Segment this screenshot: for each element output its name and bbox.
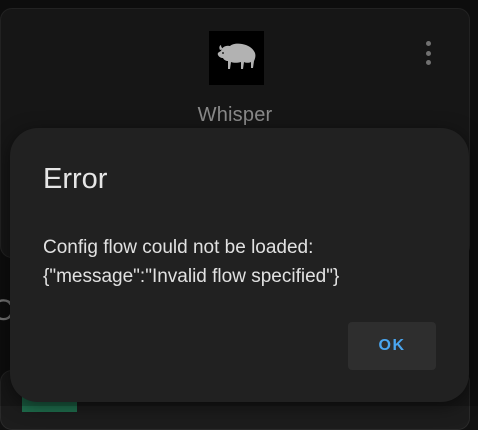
dialog-title: Error <box>43 163 108 195</box>
dialog-message: Config flow could not be loaded: {"messa… <box>43 233 443 291</box>
dialog-message-line: {"message":"Invalid flow specified"} <box>43 266 340 287</box>
dialog-message-line: Config flow could not be loaded: <box>43 237 314 258</box>
ok-button[interactable]: OK <box>348 322 436 370</box>
error-dialog: Error Config flow could not be loaded: {… <box>10 128 469 402</box>
